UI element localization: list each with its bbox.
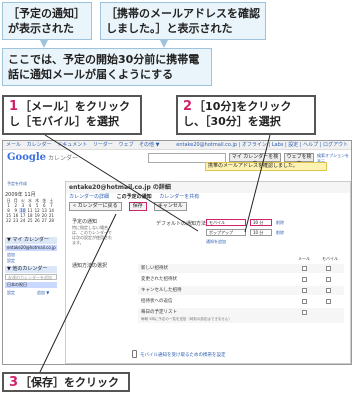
create-event-link[interactable]: 予定を作成 [7,181,27,187]
step-text: ［10分]をクリックし、［30分］を選択 [183,100,292,128]
mail-checkbox[interactable] [302,277,307,282]
sidebar: 予定を作成 2009年 11月 日月火水木金土 1 2 3 4 5 6 7 8 9 10 11 12 13… [3,179,61,364]
delete-reminder-link-2[interactable]: 削除 [276,230,284,236]
table-row: 招待状への返信 [138,297,344,307]
step-text: ［メール］をクリックし［モバイル］を選択 [9,100,131,128]
step-3-callout: 3 ［保存］をクリック [2,372,130,392]
cancel-button[interactable]: キャンセル [153,202,187,211]
back-to-calendar-button[interactable]: « カレンダーに戻る [69,202,122,211]
calendar-details-panel: entake20@hotmail.co.jp の詳細 カレンダーの詳細 この予定… [65,181,351,364]
save-button[interactable]: 保存 [128,202,147,211]
my-cal-settings-link[interactable]: 設定 [7,258,15,264]
gbar-link[interactable]: カレンダー [27,142,52,148]
step-1-callout: 1 ［メール］をクリックし［モバイル］を選択 [2,95,142,135]
other-calendars-header[interactable]: ▼ 他のカレンダー [5,266,57,273]
mobile-setup-link[interactable]: モバイル通知を受け取るための携帯を設定 [140,352,226,358]
mobile-checkbox[interactable] [326,277,331,282]
method-select-1[interactable]: モバイル [206,219,246,226]
mail-checkbox[interactable] [302,288,307,293]
event-reminder-label: 予定の通知 [72,219,98,225]
table-row: 新しい招待状 [138,264,344,274]
mail-checkbox[interactable] [302,299,307,304]
table-row: 変更された招待状 [138,275,344,285]
my-calendar-item[interactable]: entake20@hotmail.co.jp [5,245,57,251]
delete-reminder-link-1[interactable]: 削除 [276,220,284,226]
mini-calendar-day[interactable]: 22 [5,218,12,223]
mobile-checkbox[interactable] [326,288,331,293]
col-mobile: モバイル [322,256,338,261]
logo-word: Google [7,152,47,163]
step-number: 3 [9,375,19,390]
col-mail: メール [298,256,310,261]
other-cal-settings-link[interactable]: 設定 [7,290,15,296]
step-number: 2 [183,99,193,114]
row-label: 変更された招待状 [141,277,177,282]
account-links[interactable]: entake20@hotmail.co.jp | オフライン | Labs | … [176,141,348,150]
method-select-2[interactable]: ポップアップ [206,229,246,236]
other-calendar-item[interactable]: 日本の祝日 [5,282,57,288]
notification-table-header: メール モバイル [298,256,348,262]
my-calendars-header[interactable]: ▼ マイ カレンダー [5,237,57,244]
panel-title: entake20@hotmail.co.jp の詳細 [66,182,350,193]
search-calendar-button[interactable]: マイ カレンダーを検索 [229,153,281,167]
callout-text: ［予定の通知］が表示された [8,7,85,35]
logo-suffix: カレンダー [48,155,79,162]
calendar-screenshot: メール カレンダー ドキュメント リーダー ウェブ その他 ▼ entake20… [2,140,352,365]
gbar-link[interactable]: ドキュメント [57,142,87,148]
mini-calendar-grid[interactable]: 日月火水木金土 1 2 3 4 5 6 7 8 9 10 11 12 13 14 15 16 17 18 19 20 21… [5,198,55,223]
notification-choice-label: 通知方法の選択 [72,263,108,269]
callout-reminder-displayed: ［予定の通知］が表示された [2,2,92,40]
tab-reminders[interactable]: この予定の通知 [117,194,152,200]
row-note: 毎朝 5時に予定の一覧を送信（時刻の設定はできません） [141,317,232,321]
minutes-select-1[interactable]: 30 分 [250,219,272,226]
callout-text: ［携帯のメールアドレスを確認しました。］と表示された [106,7,260,35]
gbar-link[interactable]: メール [6,142,21,148]
mini-calendar-day[interactable]: 24 [19,218,26,223]
tab-calendar-details[interactable]: カレンダーの詳細 [69,194,109,200]
add-reminder-link[interactable]: 通知を追加 [206,239,226,245]
row-label: 招待状への返信 [141,299,173,304]
panel-button-row: « カレンダーに戻る 保存 キャンセル [66,201,350,213]
mail-checkbox[interactable] [302,266,307,271]
add-friend-calendar-input[interactable]: 友達のカレンダーを追加 [5,274,57,280]
callout-1-pointer [40,40,48,48]
google-calendar-logo: Google カレンダー [7,152,78,163]
mini-calendar-day[interactable]: 28 [48,218,55,223]
mobile-phone-icon [132,350,137,358]
mail-checkbox[interactable] [302,310,307,315]
gbar-more[interactable]: その他 ▼ [139,142,159,148]
other-cal-add-link[interactable]: 追加 ▼ [37,290,49,296]
default-method-label: デフォルトの通知方法 [156,221,207,227]
intro-note: ここでは、予定の開始30分前に携帯電話に通知メールが届くようにする [2,48,212,86]
step-number: 1 [9,99,19,114]
mini-calendar-day[interactable]: 26 [34,218,41,223]
table-row: キャンセルした招待 [138,286,344,296]
mini-calendar-day[interactable]: 23 [12,218,19,223]
google-bar: メール カレンダー ドキュメント リーダー ウェブ その他 ▼ entake20… [3,141,351,150]
row-label: 毎日の予定リスト [141,310,177,315]
callout-mobile-confirmed: ［携帯のメールアドレスを確認しました。］と表示された [100,2,266,40]
event-reminder-subtext: 特に指定しない場合は、このカレンダーでは次の設定が使用されます。 [72,225,112,245]
mini-calendar-day[interactable]: 27 [41,218,48,223]
row-label: 新しい招待状 [141,266,168,271]
callout-2-pointer [160,40,168,48]
panel-tabs: カレンダーの詳細 この予定の通知 カレンダーを共有 [66,193,350,201]
step-2-callout: 2 ［10分]をクリックし、［30分］を選択 [176,95,316,135]
minutes-select-2[interactable]: 10 分 [250,229,272,236]
tab-share[interactable]: カレンダーを共有 [159,194,199,200]
gbar-link[interactable]: リーダー [93,142,113,148]
mobile-checkbox[interactable] [326,299,331,304]
mini-calendar-month: 2009年 11月 [5,192,36,198]
step-text: ［保存］をクリック [20,376,120,389]
search-web-button[interactable]: ウェブを検索 [284,153,314,167]
table-row: 毎日の予定リスト 毎朝 5時に予定の一覧を送信（時刻の設定はできません） [138,308,344,324]
gbar-link[interactable]: ウェブ [118,142,133,148]
mini-calendar[interactable]: 2009年 11月 日月火水木金土 1 2 3 4 5 6 7 8 9 10 11 12 13 14 15 16… [5,191,55,235]
mobile-checkbox[interactable] [326,266,331,271]
mini-calendar-day[interactable]: 25 [26,218,33,223]
row-label: キャンセルした招待 [141,288,182,293]
intro-text: ここでは、予定の開始30分前に携帯電話に通知メールが届くようにする [8,53,200,81]
confirmation-notice: 携帯のメールアドレスを確認しました。 [205,162,327,171]
